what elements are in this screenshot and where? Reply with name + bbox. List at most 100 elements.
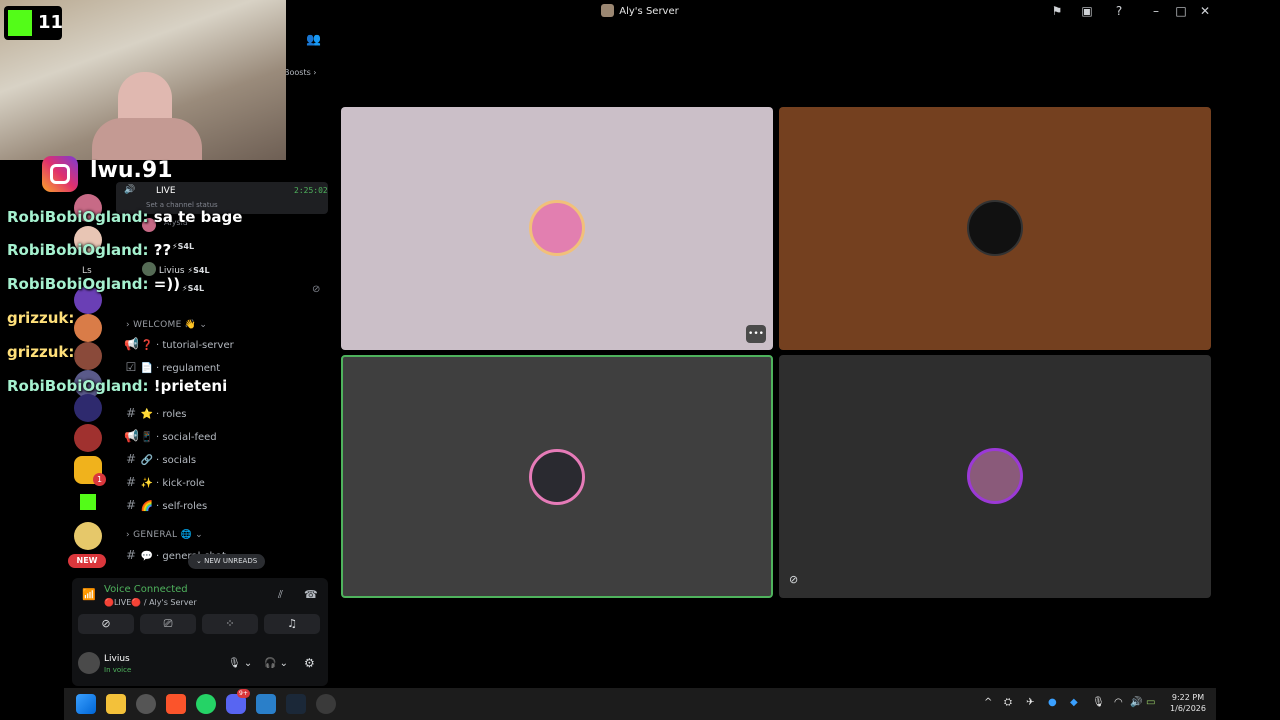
hash-icon: # bbox=[125, 498, 137, 512]
maximize-icon[interactable]: □ bbox=[1172, 2, 1190, 20]
server-icon[interactable] bbox=[74, 522, 102, 550]
channel-roles[interactable]: # ⭐ · roles bbox=[124, 403, 324, 423]
steam-icon[interactable] bbox=[286, 694, 306, 714]
channel-tutorial-server[interactable]: 📢 ❓ · tutorial-server bbox=[124, 334, 324, 354]
kick-badge: 11 bbox=[4, 6, 63, 40]
user-name[interactable]: Livius bbox=[104, 654, 130, 664]
avatar bbox=[142, 262, 156, 276]
screen-share-button[interactable]: ⎚ bbox=[140, 614, 196, 634]
tray-expand-icon[interactable]: ^ bbox=[984, 697, 992, 708]
channel-self-roles[interactable]: # 🌈 · self-roles bbox=[124, 495, 324, 515]
mention-badge: 1 bbox=[93, 473, 106, 486]
streamer-body bbox=[92, 118, 202, 160]
kick-server-icon[interactable] bbox=[80, 494, 96, 510]
noise-suppression-icon[interactable]: ⫽ bbox=[278, 588, 283, 602]
notification-badge: 9+ bbox=[237, 689, 250, 698]
server-icon bbox=[601, 4, 615, 17]
participant-tile[interactable] bbox=[779, 107, 1211, 350]
channel-socials[interactable]: # 🔗 · socials bbox=[124, 449, 324, 469]
boosts-link[interactable]: Boosts › bbox=[284, 68, 317, 77]
participant-tile-speaking[interactable] bbox=[341, 355, 773, 598]
soundboard-button[interactable]: ♫ bbox=[264, 614, 320, 634]
settings-icon[interactable]: ⚙ bbox=[304, 656, 315, 670]
channel-regulament[interactable]: ☑ 📄 · regulament bbox=[124, 357, 324, 377]
chat-message: RobiBobiOgland: sa te bage bbox=[7, 208, 243, 226]
app-icon[interactable] bbox=[316, 694, 336, 714]
tray-icon[interactable]: ✈ bbox=[1026, 697, 1034, 708]
voice-status: Voice Connected bbox=[104, 584, 188, 595]
minimize-icon[interactable]: – bbox=[1147, 2, 1165, 20]
participant-tile[interactable]: ••• bbox=[341, 107, 773, 350]
instagram-handle: lwu.91 bbox=[90, 158, 173, 183]
volume-icon[interactable]: 🔊 bbox=[1130, 697, 1142, 708]
microphone-icon[interactable]: 🎙 ⌄ bbox=[228, 658, 252, 669]
avatar bbox=[529, 449, 585, 505]
start-icon[interactable] bbox=[76, 694, 96, 714]
speaker-icon: 🔊 bbox=[124, 185, 136, 195]
rules-icon: ☑ bbox=[125, 360, 137, 374]
new-unreads-pill[interactable]: ⌄ NEW UNREADS bbox=[188, 554, 266, 569]
avatar bbox=[967, 448, 1023, 504]
server-icon[interactable] bbox=[74, 314, 102, 342]
hash-icon: # bbox=[125, 452, 137, 466]
avatar bbox=[529, 200, 585, 256]
battery-icon[interactable]: ▭ bbox=[1146, 697, 1155, 708]
voice-location[interactable]: 🔴LIVE🔴 / Aly's Server bbox=[104, 598, 197, 607]
microphone-tray-icon[interactable]: 🎙 bbox=[1092, 697, 1105, 708]
instagram-icon bbox=[42, 156, 78, 192]
chat-message: RobiBobiOgland: !prieteni bbox=[7, 377, 228, 395]
clock[interactable]: 9:22 PM 1/6/2026 bbox=[1164, 692, 1212, 714]
chat-message: grizzuk: bbox=[7, 343, 75, 361]
channel-social-feed[interactable]: 📢 📱 · social-feed bbox=[124, 426, 324, 446]
brave-icon[interactable] bbox=[166, 694, 186, 714]
server-icon[interactable] bbox=[74, 394, 102, 422]
more-options-button[interactable]: ••• bbox=[746, 325, 766, 343]
new-badge[interactable]: NEW bbox=[68, 554, 106, 568]
taskbar: 9+ ^ ⛭ ✈ ● ◆ 🎙 ◠ 🔊 ▭ 9:22 PM 1/6/2026 bbox=[64, 688, 1216, 720]
discord-icon[interactable]: 9+ bbox=[226, 689, 250, 714]
category-welcome[interactable]: › WELCOME 👋 ⌄ bbox=[126, 320, 207, 330]
headphones-icon[interactable]: 🎧 ⌄ bbox=[264, 658, 288, 669]
signal-icon[interactable]: 📶 bbox=[82, 588, 96, 601]
inbox-icon[interactable]: ▣ bbox=[1078, 2, 1096, 20]
voice-member-tag: ⚡S4L bbox=[182, 284, 205, 293]
announcement-icon: 📢 bbox=[124, 337, 139, 351]
channel-kick-role[interactable]: # ✨ · kick-role bbox=[124, 472, 324, 492]
close-icon[interactable]: ✕ bbox=[1196, 2, 1214, 20]
voice-member-tag: ⚡S4L bbox=[172, 242, 195, 251]
avatar bbox=[967, 200, 1023, 256]
steam-tray-icon[interactable]: ⛭ bbox=[1004, 697, 1012, 708]
camera-button[interactable]: ⊘ bbox=[78, 614, 134, 634]
tray-icon[interactable]: ● bbox=[1048, 697, 1057, 708]
server-icon[interactable] bbox=[74, 342, 102, 370]
activities-button[interactable]: ⁘ bbox=[202, 614, 258, 634]
hash-icon: # bbox=[125, 406, 137, 420]
kick-icon bbox=[8, 10, 32, 36]
muted-icon: ⊘ bbox=[312, 284, 321, 295]
muted-icon: ⊘ bbox=[789, 573, 799, 586]
hash-icon: # bbox=[125, 475, 137, 489]
chat-message: grizzuk: bbox=[7, 309, 75, 327]
voice-member[interactable]: Livius ⚡S4L bbox=[142, 262, 210, 276]
avatar[interactable] bbox=[78, 652, 100, 674]
whatsapp-icon[interactable] bbox=[196, 694, 216, 714]
help-icon[interactable]: ? bbox=[1110, 2, 1128, 20]
server-icon[interactable] bbox=[74, 424, 102, 452]
channel-timer: 2:25:02 bbox=[294, 186, 328, 195]
wifi-icon[interactable]: ◠ bbox=[1114, 697, 1123, 708]
file-explorer-icon[interactable] bbox=[106, 694, 126, 714]
category-general[interactable]: › GENERAL 🌐 ⌄ bbox=[126, 530, 203, 540]
flag-icon[interactable]: ⚑ bbox=[1048, 2, 1066, 20]
chat-message: RobiBobiOgland: =)) bbox=[7, 275, 181, 293]
disconnect-icon[interactable]: ☎ bbox=[304, 588, 318, 601]
add-member-icon[interactable]: 👥 bbox=[306, 32, 321, 46]
voice-panel: 📶 Voice Connected 🔴LIVE🔴 / Aly's Server … bbox=[72, 578, 328, 686]
unity-icon[interactable] bbox=[136, 694, 156, 714]
photos-icon[interactable] bbox=[256, 694, 276, 714]
participant-tile[interactable]: ⊘ bbox=[779, 355, 1211, 598]
channel-name: LIVE bbox=[156, 186, 176, 196]
server-icon[interactable]: 1 bbox=[74, 456, 106, 486]
chat-message: RobiBobiOgland: ?? bbox=[7, 241, 172, 259]
tray-icon[interactable]: ◆ bbox=[1070, 697, 1078, 708]
hash-icon: # bbox=[125, 548, 137, 562]
